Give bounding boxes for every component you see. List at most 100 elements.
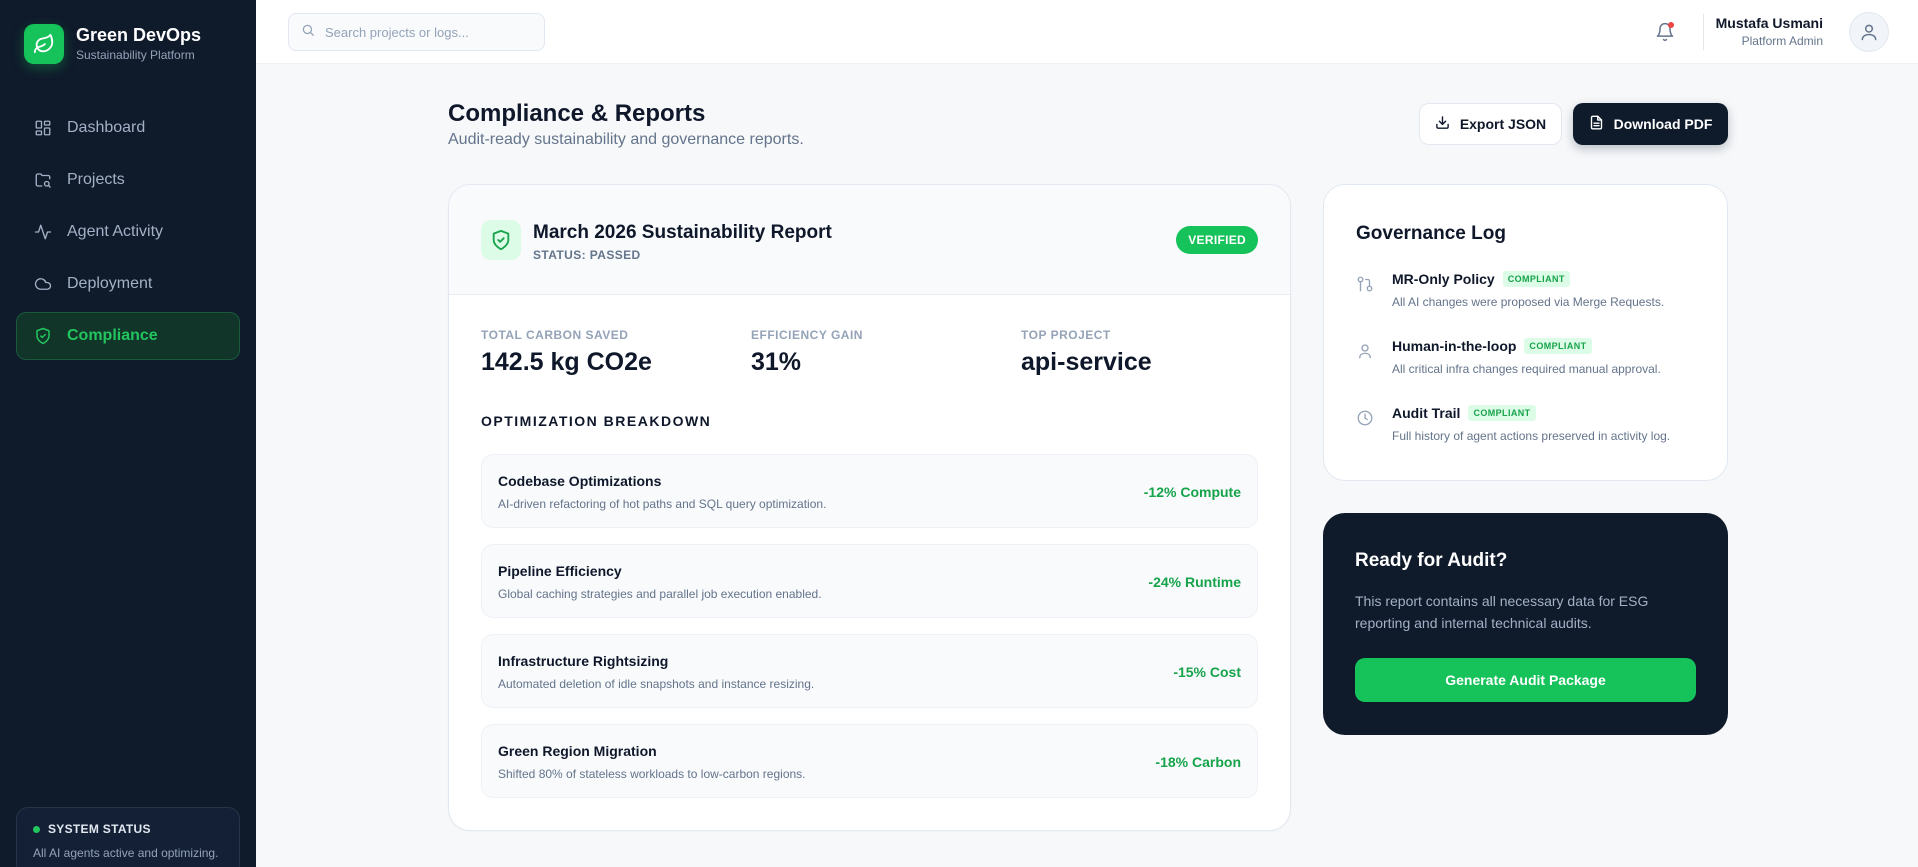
compliant-badge: COMPLIANT	[1502, 271, 1570, 287]
metric-value: 142.5 kg CO2e	[481, 348, 652, 376]
activity-icon	[33, 222, 53, 242]
metric-label: TOTAL CARBON SAVED	[481, 328, 629, 342]
breakdown-item-value: -15% Cost	[1173, 664, 1241, 680]
audit-card: Ready for Audit? This report contains al…	[1323, 513, 1728, 735]
governance-item: Human-in-the-loop COMPLIANT All critical…	[1356, 338, 1696, 405]
search-input[interactable]	[325, 24, 525, 40]
shield-check-icon	[33, 326, 53, 346]
breakdown-item-desc: AI-driven refactoring of hot paths and S…	[498, 497, 827, 511]
notification-bell-icon[interactable]	[1653, 20, 1677, 44]
audit-title: Ready for Audit?	[1355, 550, 1508, 571]
sidebar-item-compliance[interactable]: Compliance	[16, 312, 240, 360]
governance-item-name: Audit Trail	[1392, 405, 1461, 421]
page-subtitle: Audit-ready sustainability and governanc…	[448, 131, 804, 148]
report-title: March 2026 Sustainability Report	[533, 222, 832, 243]
export-json-label: Export JSON	[1459, 116, 1547, 132]
sidebar-item-label: Agent Activity	[67, 223, 164, 240]
sidebar-item-projects[interactable]: Projects	[16, 156, 240, 204]
file-text-icon	[1589, 115, 1614, 133]
leaf-icon	[24, 24, 64, 64]
metric-label: TOP PROJECT	[1021, 328, 1111, 342]
breakdown-item-title: Green Region Migration	[498, 743, 657, 759]
metric-label: EFFICIENCY GAIN	[751, 328, 863, 342]
cloud-icon	[33, 274, 53, 294]
sidebar-item-label: Dashboard	[67, 119, 146, 136]
search-box[interactable]	[288, 13, 545, 51]
governance-item: MR-Only Policy COMPLIANT All AI changes …	[1356, 271, 1696, 338]
metric-value: 31%	[751, 348, 802, 376]
breakdown-item-value: -12% Compute	[1143, 484, 1241, 500]
verified-badge: VERIFIED	[1176, 226, 1258, 254]
metric-value: api-service	[1021, 348, 1152, 376]
topbar-divider	[1703, 14, 1704, 50]
breakdown-item-title: Pipeline Efficiency	[498, 563, 622, 579]
download-pdf-button[interactable]: Download PDF	[1573, 103, 1728, 145]
breakdown-item-desc: Shifted 80% of stateless workloads to lo…	[498, 767, 806, 781]
metric-top-project: TOP PROJECT api-service	[1021, 328, 1152, 377]
system-status-text: All AI agents active and optimizing.	[33, 846, 219, 860]
notification-dot	[1668, 22, 1674, 28]
breakdown-item-value: -18% Carbon	[1155, 754, 1241, 770]
user-icon	[1356, 342, 1376, 362]
sidebar-item-agent-activity[interactable]: Agent Activity	[16, 208, 240, 256]
grid-icon	[33, 118, 53, 138]
download-icon	[1435, 115, 1460, 133]
governance-title: Governance Log	[1356, 223, 1506, 244]
git-merge-icon	[1356, 275, 1376, 295]
report-header: March 2026 Sustainability Report STATUS:…	[449, 185, 1290, 295]
governance-item-desc: All AI changes were proposed via Merge R…	[1392, 295, 1665, 309]
sidebar-item-dashboard[interactable]: Dashboard	[16, 104, 240, 152]
breakdown-item-title: Codebase Optimizations	[498, 473, 662, 489]
user-role: Platform Admin	[1741, 34, 1823, 48]
system-status-title: SYSTEM STATUS	[48, 822, 151, 836]
governance-item: Audit Trail COMPLIANT Full history of ag…	[1356, 405, 1696, 472]
status-dot-icon	[33, 825, 40, 833]
user-info[interactable]: Mustafa Usmani Platform Admin	[1716, 15, 1823, 48]
system-status-panel: SYSTEM STATUS All AI agents active and o…	[16, 807, 240, 867]
metric-efficiency-gain: EFFICIENCY GAIN 31%	[751, 328, 863, 377]
sidebar: Green DevOps Sustainability Platform Das…	[0, 0, 256, 867]
export-json-button[interactable]: Export JSON	[1419, 103, 1562, 145]
breakdown-item-title: Infrastructure Rightsizing	[498, 653, 669, 669]
breakdown-item: Green Region Migration Shifted 80% of st…	[481, 724, 1258, 798]
sidebar-item-label: Projects	[67, 171, 125, 188]
brand-subtitle: Sustainability Platform	[76, 48, 195, 62]
brand[interactable]: Green DevOps Sustainability Platform	[24, 24, 201, 64]
breakdown-item: Pipeline Efficiency Global caching strat…	[481, 544, 1258, 618]
sidebar-item-label: Compliance	[67, 327, 158, 344]
breakdown-title: OPTIMIZATION BREAKDOWN	[481, 413, 712, 429]
audit-description: This report contains all necessary data …	[1355, 593, 1649, 631]
generate-audit-package-button[interactable]: Generate Audit Package	[1355, 658, 1696, 702]
governance-item-name: Human-in-the-loop	[1392, 338, 1517, 354]
breakdown-item: Infrastructure Rightsizing Automated del…	[481, 634, 1258, 708]
governance-list: MR-Only Policy COMPLIANT All AI changes …	[1356, 271, 1696, 472]
user-name: Mustafa Usmani	[1715, 15, 1823, 31]
shield-check-icon	[481, 220, 521, 260]
compliant-badge: COMPLIANT	[1468, 405, 1536, 421]
governance-item-desc: Full history of agent actions preserved …	[1392, 429, 1671, 443]
clock-icon	[1356, 409, 1376, 429]
topbar: Mustafa Usmani Platform Admin	[256, 0, 1918, 64]
sidebar-item-label: Deployment	[67, 275, 153, 292]
sidebar-nav: Dashboard Projects Agent Activity Deploy…	[16, 104, 240, 364]
metric-carbon-saved: TOTAL CARBON SAVED 142.5 kg CO2e	[481, 328, 652, 377]
report-card: March 2026 Sustainability Report STATUS:…	[448, 184, 1291, 831]
breakdown-list: Codebase Optimizations AI-driven refacto…	[481, 454, 1258, 814]
breakdown-item-value: -24% Runtime	[1148, 574, 1241, 590]
avatar[interactable]	[1849, 12, 1889, 52]
page-title: Compliance & Reports	[448, 100, 706, 127]
governance-card: Governance Log MR-Only Policy COMPLIANT …	[1323, 184, 1728, 481]
folder-icon	[33, 170, 53, 190]
download-pdf-label: Download PDF	[1613, 116, 1713, 132]
breakdown-item-desc: Automated deletion of idle snapshots and…	[498, 677, 815, 691]
brand-name: Green DevOps	[76, 25, 202, 45]
governance-item-desc: All critical infra changes required manu…	[1392, 362, 1661, 376]
governance-item-name: MR-Only Policy	[1392, 271, 1495, 287]
breakdown-item: Codebase Optimizations AI-driven refacto…	[481, 454, 1258, 528]
report-status: STATUS: PASSED	[533, 248, 641, 262]
report-metrics: TOTAL CARBON SAVED 142.5 kg CO2e EFFICIE…	[481, 328, 1261, 388]
breakdown-item-desc: Global caching strategies and parallel j…	[498, 587, 822, 601]
sidebar-item-deployment[interactable]: Deployment	[16, 260, 240, 308]
search-icon	[301, 23, 315, 42]
compliant-badge: COMPLIANT	[1524, 338, 1592, 354]
